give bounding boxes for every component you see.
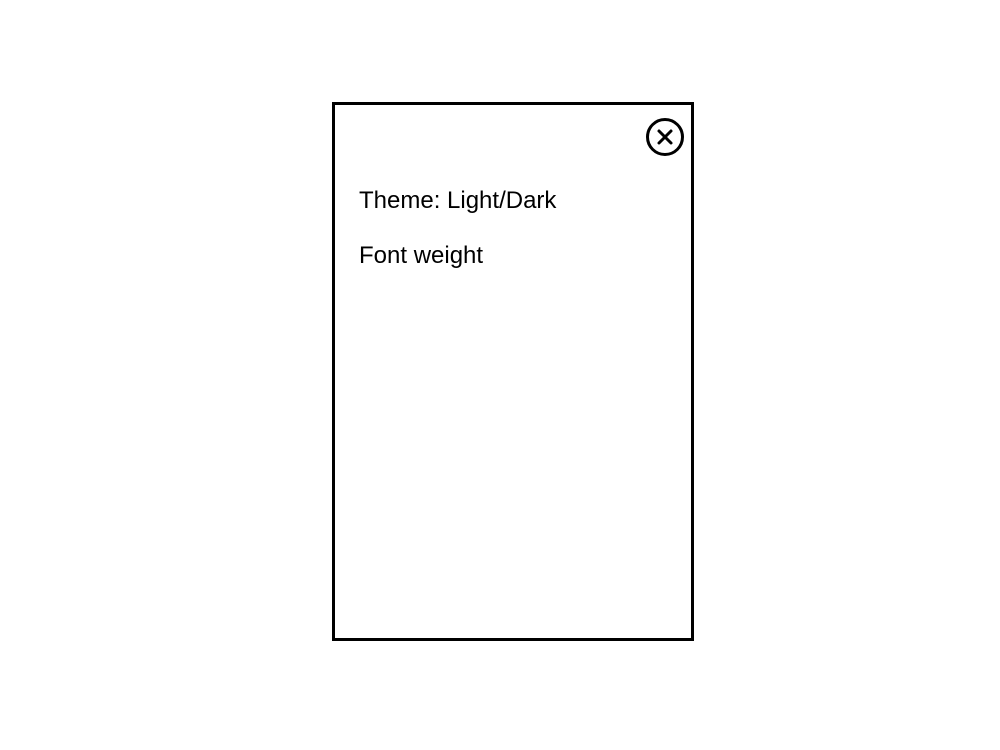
close-icon bbox=[646, 118, 684, 156]
setting-theme[interactable]: Theme: Light/Dark bbox=[359, 187, 556, 215]
setting-font-weight[interactable]: Font weight bbox=[359, 242, 556, 270]
page: Theme: Light/Dark Font weight bbox=[0, 0, 1000, 750]
settings-list: Theme: Light/Dark Font weight bbox=[359, 187, 556, 297]
close-button[interactable] bbox=[645, 117, 685, 157]
settings-panel: Theme: Light/Dark Font weight bbox=[332, 102, 694, 641]
